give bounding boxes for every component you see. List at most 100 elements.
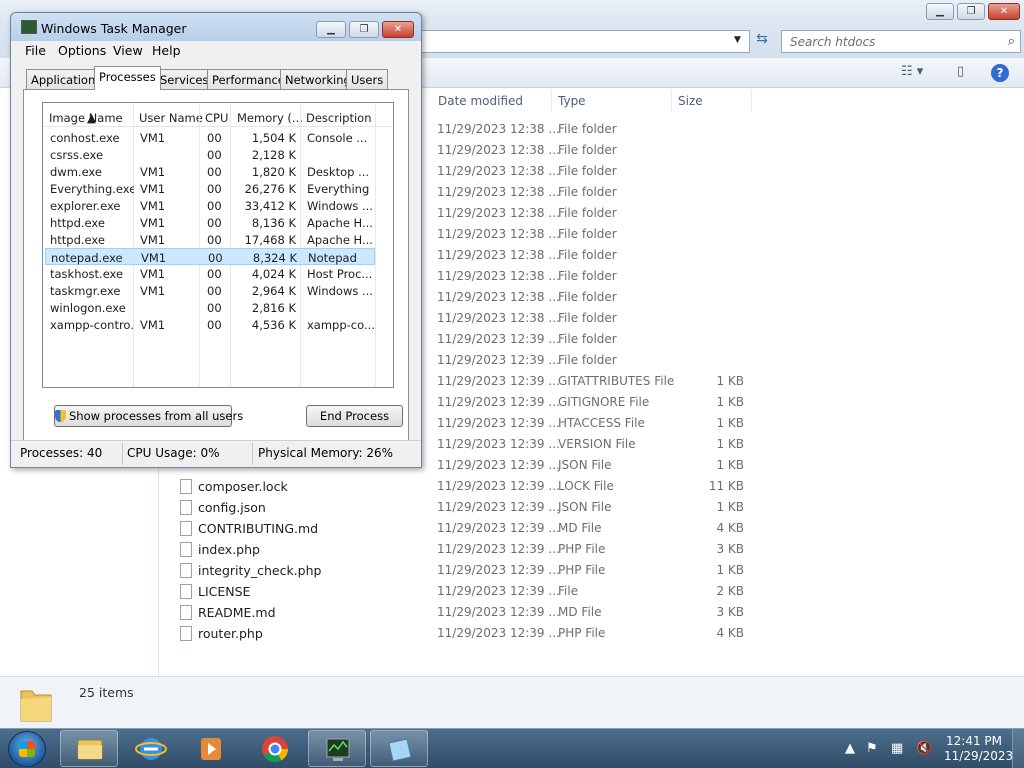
file-name: config.json [198, 500, 266, 515]
close-button[interactable]: ✕ [382, 21, 414, 38]
column-image-name[interactable]: Image Name [49, 111, 123, 125]
minimize-button[interactable]: ▁ [926, 3, 954, 20]
column-cpu[interactable]: CPU [205, 111, 228, 125]
process-row[interactable]: notepad.exe VM1 00 8,324 K Notepad [45, 248, 375, 265]
file-row[interactable]: integrity_check.php 11/29/2023 12:39 ... P… [0, 560, 760, 581]
volume-muted-icon[interactable]: 🔇 [916, 741, 932, 756]
close-button[interactable]: ✕ [988, 3, 1020, 20]
internet-explorer-taskbar-button[interactable] [122, 730, 180, 767]
task-manager-icon [21, 20, 37, 34]
column-type[interactable]: Type [554, 90, 672, 112]
file-date-modified: 11/29/2023 12:38 ... [437, 290, 560, 304]
file-row[interactable]: config.json 11/29/2023 12:39 ... JSON File… [0, 497, 760, 518]
process-row[interactable]: taskhost.exe VM1 00 4,024 K Host Proc... [45, 265, 375, 282]
file-row[interactable]: README.md 11/29/2023 12:39 ... MD File 3 KB [0, 602, 760, 623]
file-row[interactable]: router.php 11/29/2023 12:39 ... PHP File 4 … [0, 623, 760, 644]
file-date-modified: 11/29/2023 12:39 ... [437, 395, 560, 409]
task-manager-icon [326, 738, 350, 761]
column-size[interactable]: Size [674, 90, 752, 112]
file-date-modified: 11/29/2023 12:39 ... [437, 563, 560, 577]
chrome-taskbar-button[interactable] [246, 730, 304, 767]
column-memory[interactable]: Memory (... [237, 111, 303, 125]
process-row[interactable]: dwm.exe VM1 00 1,820 K Desktop ... [45, 163, 375, 180]
show-desktop-button[interactable] [1012, 729, 1024, 768]
maximize-button[interactable]: ❐ [957, 3, 985, 20]
tab-services[interactable]: Services [155, 69, 214, 89]
action-center-icon[interactable]: ⚑ [866, 741, 878, 756]
file-size: 4 KB [716, 521, 744, 535]
show-hidden-icons-icon[interactable]: ▲ [845, 741, 855, 756]
network-icon[interactable]: ▦ [891, 741, 903, 756]
address-dropdown-icon[interactable]: ▼ [734, 35, 741, 45]
minimize-button[interactable]: ▁ [316, 21, 346, 38]
file-row[interactable]: index.php 11/29/2023 12:39 ... PHP File 3 K… [0, 539, 760, 560]
process-row[interactable]: xampp-contro... VM1 00 4,536 K xampp-co... [45, 316, 375, 333]
process-row[interactable]: httpd.exe VM1 00 17,468 K Apache H... [45, 231, 375, 248]
process-memory: 8,324 K [252, 251, 297, 265]
file-size: 2 KB [716, 584, 744, 598]
file-name: router.php [198, 626, 263, 641]
file-type: PHP File [558, 563, 606, 577]
start-button[interactable] [8, 731, 46, 767]
file-row[interactable]: CONTRIBUTING.md 11/29/2023 12:39 ... MD Fi… [0, 518, 760, 539]
process-row[interactable]: taskmgr.exe VM1 00 2,964 K Windows ... [45, 282, 375, 299]
process-row[interactable]: conhost.exe VM1 00 1,504 K Console ... [45, 129, 375, 146]
process-user-name: VM1 [141, 251, 167, 265]
process-memory: 4,536 K [251, 318, 296, 332]
process-cpu: 00 [207, 284, 222, 298]
system-clock[interactable]: 12:41 PM 11/29/2023 [944, 734, 1013, 764]
process-row[interactable]: winlogon.exe 00 2,816 K [45, 299, 375, 316]
task-manager-taskbar-button[interactable] [308, 730, 366, 767]
maximize-button[interactable]: ❐ [349, 21, 379, 38]
address-bar[interactable] [420, 30, 750, 53]
show-all-processes-button[interactable]: Show processes from all users [54, 405, 243, 427]
tab-processes[interactable]: Processes [94, 66, 161, 90]
file-type: File folder [558, 206, 617, 220]
process-user-name: VM1 [140, 182, 166, 196]
menu-view[interactable]: View [113, 43, 143, 58]
process-row[interactable]: httpd.exe VM1 00 8,136 K Apache H... [45, 214, 375, 231]
windows-explorer-taskbar-button[interactable] [60, 730, 118, 767]
view-options-icon[interactable]: ☷ ▾ [901, 64, 923, 79]
refresh-icon[interactable]: ⇆ [752, 31, 772, 51]
tab-users[interactable]: Users [346, 69, 389, 89]
process-memory: 2,128 K [251, 148, 296, 162]
menu-help[interactable]: Help [152, 43, 181, 58]
process-description: Apache H... [307, 216, 373, 230]
file-date-modified: 11/29/2023 12:38 ... [437, 227, 560, 241]
column-description[interactable]: Description [306, 111, 372, 125]
process-description: xampp-co... [307, 318, 375, 332]
process-cpu: 00 [207, 148, 222, 162]
menu-options[interactable]: Options [58, 43, 106, 58]
file-date-modified: 11/29/2023 12:39 ... [437, 416, 560, 430]
file-date-modified: 11/29/2023 12:39 ... [437, 374, 560, 388]
search-input[interactable]: Search htdocs ⌕ [781, 30, 1021, 53]
task-manager-titlebar[interactable]: Windows Task Manager ▁ ❐ ✕ [11, 13, 421, 41]
column-user-name[interactable]: User Name [139, 111, 203, 125]
tab-performance[interactable]: Performance [207, 69, 290, 89]
file-row[interactable]: LICENSE 11/29/2023 12:39 ... File 2 KB [0, 581, 760, 602]
column-date-modified[interactable]: Date modified [434, 90, 552, 112]
help-icon[interactable]: ? [991, 64, 1009, 82]
process-description: Desktop ... [307, 165, 370, 179]
notepad-taskbar-button[interactable] [370, 730, 428, 767]
uac-shield-icon [55, 410, 66, 422]
process-list[interactable]: ▲ Image Name User Name CPU Memory (... D… [42, 102, 394, 388]
file-date-modified: 11/29/2023 12:38 ... [437, 248, 560, 262]
process-row[interactable]: Everything.exe VM1 00 26,276 K Everything [45, 180, 375, 197]
process-cpu: 00 [207, 182, 222, 196]
process-cpu: 00 [207, 165, 222, 179]
process-row[interactable]: explorer.exe VM1 00 33,412 K Windows ... [45, 197, 375, 214]
process-cpu: 00 [207, 233, 222, 247]
tab-networking[interactable]: Networking [280, 69, 356, 89]
end-process-button[interactable]: End Process [306, 405, 403, 427]
preview-pane-icon[interactable]: ▯ [957, 64, 964, 79]
file-size: 1 KB [716, 395, 744, 409]
process-image-name: conhost.exe [50, 131, 120, 145]
process-row[interactable]: csrss.exe 00 2,128 K [45, 146, 375, 163]
search-icon[interactable]: ⌕ [1008, 34, 1015, 49]
file-row[interactable]: composer.lock 11/29/2023 12:39 ... LOCK Fi… [0, 476, 760, 497]
explorer-status-bar: 25 items [0, 676, 1024, 728]
media-player-taskbar-button[interactable] [182, 730, 240, 767]
menu-file[interactable]: File [25, 43, 46, 58]
